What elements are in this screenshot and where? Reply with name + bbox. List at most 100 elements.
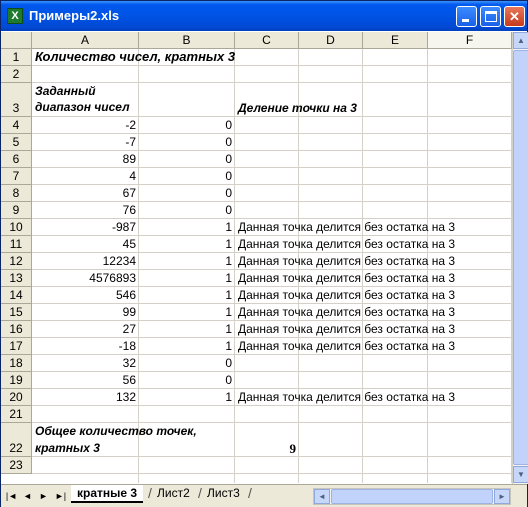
cell-a-9[interactable]: 76 (32, 202, 136, 218)
cell-a-6[interactable]: 89 (32, 151, 136, 167)
cell-a-20[interactable]: 132 (32, 389, 136, 405)
scroll-left-icon[interactable]: ◄ (314, 489, 330, 504)
column-header-c[interactable]: C (235, 32, 299, 49)
cell-c-11[interactable]: Данная точка делится без остатка на 3 (238, 236, 455, 252)
maximize-button[interactable] (480, 6, 501, 27)
cell-a-11[interactable]: 45 (32, 236, 136, 252)
row-header-14[interactable]: 14 (1, 287, 32, 304)
row-header-10[interactable]: 10 (1, 219, 32, 236)
row-header-18[interactable]: 18 (1, 355, 32, 372)
horizontal-scroll-thumb[interactable] (331, 489, 493, 504)
scroll-right-icon[interactable]: ► (494, 489, 510, 504)
horizontal-scrollbar[interactable]: ◄ ► (313, 488, 511, 505)
cell-b-13[interactable]: 1 (139, 270, 232, 286)
cell-c-20[interactable]: Данная точка делится без остатка на 3 (238, 389, 455, 405)
tab-sheet-2[interactable]: Лист2 (151, 485, 196, 503)
row-header-2[interactable]: 2 (1, 66, 32, 83)
cell-b-16[interactable]: 1 (139, 321, 232, 337)
row-header-11[interactable]: 11 (1, 236, 32, 253)
cell-b-6[interactable]: 0 (139, 151, 232, 167)
next-sheet-icon[interactable]: ► (37, 489, 50, 503)
row-header-8[interactable]: 8 (1, 185, 32, 202)
resize-grip[interactable] (512, 488, 526, 505)
row-header-23[interactable]: 23 (1, 457, 32, 474)
row-header-5[interactable]: 5 (1, 134, 32, 151)
cell-a-4[interactable]: -2 (32, 117, 136, 133)
row-header-1[interactable]: 1 (1, 49, 32, 66)
cell-b-5[interactable]: 0 (139, 134, 232, 150)
cell-a-12[interactable]: 12234 (32, 253, 136, 269)
column-header-b[interactable]: B (139, 32, 235, 49)
tab-sheet-1[interactable]: кратные 3 (71, 485, 144, 503)
cell-b-4[interactable]: 0 (139, 117, 232, 133)
cell-b-18[interactable]: 0 (139, 355, 232, 371)
cell-a-19[interactable]: 56 (32, 372, 136, 388)
cell-a-10[interactable]: -987 (32, 219, 136, 235)
spreadsheet-grid[interactable]: A B C D E F 1 2 3 4 5 6 7 8 9 10 11 12 13 14 15 16 17 18 19 20 21 2… (1, 32, 527, 483)
column-header-f[interactable]: F (428, 32, 512, 49)
cell-b-14[interactable]: 1 (139, 287, 232, 303)
cell-b-9[interactable]: 0 (139, 202, 232, 218)
tab-sheet-3[interactable]: Лист3 (201, 485, 246, 503)
column-header-d[interactable]: D (299, 32, 363, 49)
row-header-16[interactable]: 16 (1, 321, 32, 338)
cell-a-18[interactable]: 32 (32, 355, 136, 371)
cell-b-19[interactable]: 0 (139, 372, 232, 388)
vertical-scroll-thumb[interactable] (513, 50, 528, 465)
row-header-9[interactable]: 9 (1, 202, 32, 219)
select-all-corner[interactable] (1, 32, 32, 49)
row-header-6[interactable]: 6 (1, 151, 32, 168)
cell-a-13[interactable]: 4576893 (32, 270, 136, 286)
column-header-e[interactable]: E (363, 32, 428, 49)
vertical-scrollbar[interactable]: ▲ ▼ (512, 32, 528, 484)
row-header-4[interactable]: 4 (1, 117, 32, 134)
row-header-13[interactable]: 13 (1, 270, 32, 287)
cell-a-16[interactable]: 27 (32, 321, 136, 337)
cell-c-16[interactable]: Данная точка делится без остатка на 3 (238, 321, 455, 337)
range-label-line1[interactable]: Заданный (35, 83, 96, 99)
cell-b-8[interactable]: 0 (139, 185, 232, 201)
scroll-up-icon[interactable]: ▲ (513, 32, 528, 49)
row-header-3[interactable]: 3 (1, 83, 32, 117)
division-label[interactable]: Деление точки на 3 (238, 100, 357, 116)
first-sheet-icon[interactable]: |◄ (5, 489, 18, 503)
sheet-title[interactable]: Количество чисел, кратных 3 (35, 49, 235, 65)
title-bar[interactable]: X Примеры2.xls ✕ (1, 1, 527, 31)
row-header-7[interactable]: 7 (1, 168, 32, 185)
cell-a-5[interactable]: -7 (32, 134, 136, 150)
row-header-12[interactable]: 12 (1, 253, 32, 270)
column-header-a[interactable]: A (32, 32, 139, 49)
prev-sheet-icon[interactable]: ◄ (21, 489, 34, 503)
cell-a-15[interactable]: 99 (32, 304, 136, 320)
cell-a-17[interactable]: -18 (32, 338, 136, 354)
cell-b-11[interactable]: 1 (139, 236, 232, 252)
cell-b-10[interactable]: 1 (139, 219, 232, 235)
cell-c-12[interactable]: Данная точка делится без остатка на 3 (238, 253, 455, 269)
cell-a-8[interactable]: 67 (32, 185, 136, 201)
row-header-17[interactable]: 17 (1, 338, 32, 355)
total-value[interactable]: 9 (235, 441, 297, 457)
range-label-line2[interactable]: диапазон чисел (35, 99, 130, 115)
total-label-line2[interactable]: кратных 3 (35, 440, 100, 456)
cell-c-17[interactable]: Данная точка делится без остатка на 3 (238, 338, 455, 354)
total-label-line1[interactable]: Общее количество точек, (35, 423, 197, 439)
cell-b-12[interactable]: 1 (139, 253, 232, 269)
cell-c-13[interactable]: Данная точка делится без остатка на 3 (238, 270, 455, 286)
close-button[interactable]: ✕ (504, 6, 525, 27)
last-sheet-icon[interactable]: ►| (54, 489, 67, 503)
cell-c-14[interactable]: Данная точка делится без остатка на 3 (238, 287, 455, 303)
row-header-19[interactable]: 19 (1, 372, 32, 389)
cell-c-15[interactable]: Данная точка делится без остатка на 3 (238, 304, 455, 320)
cell-b-17[interactable]: 1 (139, 338, 232, 354)
scroll-down-icon[interactable]: ▼ (513, 466, 528, 483)
row-header-21[interactable]: 21 (1, 406, 32, 423)
cell-c-10[interactable]: Данная точка делится без остатка на 3 (238, 219, 455, 235)
row-header-22[interactable]: 22 (1, 423, 32, 457)
cell-a-7[interactable]: 4 (32, 168, 136, 184)
cell-b-15[interactable]: 1 (139, 304, 232, 320)
minimize-button[interactable] (456, 6, 477, 27)
cell-b-7[interactable]: 0 (139, 168, 232, 184)
row-header-15[interactable]: 15 (1, 304, 32, 321)
cell-b-20[interactable]: 1 (139, 389, 232, 405)
cell-a-14[interactable]: 546 (32, 287, 136, 303)
